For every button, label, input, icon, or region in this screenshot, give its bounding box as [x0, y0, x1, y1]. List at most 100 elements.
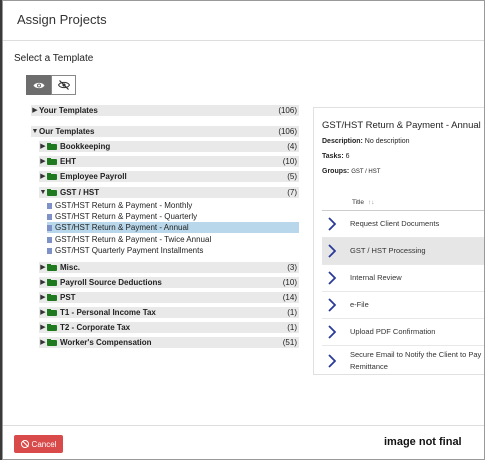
folder-count: (5) — [287, 172, 297, 181]
tree-folder-pst[interactable]: ▶ PST (14) — [39, 292, 299, 303]
template-item-label: GST/HST Return & Payment - Twice Annual — [55, 235, 212, 244]
task-row[interactable]: Internal Review — [322, 265, 484, 292]
chevron-right-icon — [322, 217, 342, 231]
caret-right-icon: ▶ — [40, 339, 46, 346]
folder-count: (10) — [282, 278, 297, 287]
template-item-selected[interactable]: GST/HST Return & Payment - Annual — [47, 222, 299, 233]
template-item[interactable]: GST/HST Return & Payment - Twice Annual — [47, 234, 299, 245]
tree-folder-bookkeeping[interactable]: ▶ Bookkeeping (4) — [39, 141, 299, 152]
ban-icon — [20, 440, 29, 448]
tree-node-your-templates[interactable]: ▶ Your Templates (106) — [31, 105, 299, 116]
tree-folder-t2[interactable]: ▶ T2 - Corporate Tax (1) — [39, 322, 299, 333]
folder-icon — [47, 339, 57, 346]
caret-right-icon: ▶ — [40, 324, 46, 331]
task-label: Internal Review — [350, 273, 402, 282]
caret-right-icon: ▶ — [40, 143, 46, 150]
node-label: Your Templates — [39, 106, 98, 115]
folder-label: T2 - Corporate Tax — [60, 323, 131, 332]
folder-icon — [47, 143, 57, 150]
document-icon — [47, 247, 52, 254]
folder-label: Payroll Source Deductions — [60, 278, 162, 287]
folder-label: Worker's Compensation — [60, 338, 152, 347]
node-count: (106) — [278, 127, 297, 136]
description-value: No description — [364, 138, 410, 145]
caret-right-icon: ▶ — [40, 173, 46, 180]
document-icon — [47, 236, 52, 243]
tree-node-our-templates[interactable]: ▼ Our Templates (106) — [31, 126, 299, 137]
description-label: Description: — [322, 138, 363, 145]
folder-count: (3) — [287, 263, 297, 272]
column-title-label: Title — [352, 199, 365, 206]
footer-divider — [3, 425, 484, 426]
chevron-right-icon — [322, 325, 342, 339]
template-item-label: GST/HST Return & Payment - Monthly — [55, 201, 193, 210]
folder-label: PST — [60, 293, 76, 302]
cancel-label: Cancel — [31, 439, 57, 449]
folder-label: Bookkeeping — [60, 142, 111, 151]
folder-open-icon — [47, 189, 57, 196]
tree-folder-eht[interactable]: ▶ EHT (10) — [39, 156, 299, 167]
detail-title: GST/HST Return & Payment - Annual — [322, 120, 481, 131]
task-row[interactable]: GST / HST Processing — [322, 238, 484, 265]
tree-folder-misc[interactable]: ▶ Misc. (3) — [39, 262, 299, 273]
folder-icon — [47, 324, 57, 331]
task-label: GST / HST Processing — [350, 246, 426, 255]
folder-label: T1 - Personal Income Tax — [60, 308, 156, 317]
chevron-right-icon — [322, 244, 342, 258]
caret-right-icon: ▶ — [40, 294, 46, 301]
assign-projects-dialog: Assign Projects Select a Template ▶ Your… — [2, 0, 485, 460]
template-item[interactable]: GST/HST Return & Payment - Quarterly — [47, 211, 299, 222]
folder-count: (51) — [282, 338, 297, 347]
caret-right-icon: ▶ — [40, 279, 46, 286]
task-row[interactable]: Upload PDF Confirmation — [322, 319, 484, 346]
show-button[interactable] — [26, 75, 51, 95]
dialog-title: Assign Projects — [3, 1, 484, 41]
document-icon — [47, 202, 52, 209]
tasks-value: 6 — [345, 153, 350, 160]
task-label: Upload PDF Confirmation — [350, 327, 436, 336]
chevron-right-icon — [322, 298, 342, 312]
tree-folder-payroll-source-deductions[interactable]: ▶ Payroll Source Deductions (10) — [39, 277, 299, 288]
folder-count: (14) — [282, 293, 297, 302]
template-item[interactable]: GST/HST Quarterly Payment Installments — [47, 245, 299, 256]
document-icon — [47, 213, 52, 220]
tree-folder-employee-payroll[interactable]: ▶ Employee Payroll (5) — [39, 171, 299, 182]
folder-icon — [47, 158, 57, 165]
task-label: Request Client Documents — [350, 219, 440, 228]
task-row[interactable]: Secure Email to Notify the Client to Pay… — [322, 346, 484, 376]
folder-icon — [47, 309, 57, 316]
folder-label: Misc. — [60, 263, 81, 272]
groups-label: Groups: — [322, 168, 350, 175]
tree-folder-gst-hst[interactable]: ▼ GST / HST (7) — [39, 187, 299, 198]
eye-slash-icon — [57, 80, 70, 90]
eye-icon — [33, 82, 44, 88]
caret-down-icon: ▼ — [31, 128, 39, 135]
detail-tasks: Tasks: 6 — [322, 153, 350, 160]
hide-button[interactable] — [51, 75, 76, 95]
chevron-right-icon — [322, 354, 342, 368]
template-detail-panel: GST/HST Return & Payment - Annual Descri… — [313, 107, 484, 376]
task-label: e-File — [350, 300, 369, 309]
footer-note: image not final — [384, 436, 462, 448]
folder-count: (1) — [287, 323, 297, 332]
node-count: (106) — [278, 106, 297, 115]
task-row[interactable]: e-File — [322, 292, 484, 319]
template-item-label: GST/HST Quarterly Payment Installments — [55, 246, 204, 255]
cancel-button[interactable]: Cancel — [14, 435, 63, 453]
folder-count: (7) — [287, 188, 297, 197]
task-label-line2: Remittance — [350, 362, 388, 371]
task-row[interactable]: Request Client Documents — [322, 211, 484, 238]
template-item-label: GST/HST Return & Payment - Annual — [55, 223, 189, 232]
tree-folder-t1[interactable]: ▶ T1 - Personal Income Tax (1) — [39, 307, 299, 318]
template-item[interactable]: GST/HST Return & Payment - Monthly — [47, 200, 299, 211]
task-label-line1: Secure Email to Notify the Client to Pay — [350, 350, 482, 359]
folder-icon — [47, 173, 57, 180]
sort-icon: ↑↓ — [368, 199, 375, 206]
tree-folder-workers-compensation[interactable]: ▶ Worker's Compensation (51) — [39, 337, 299, 348]
tasks-label: Tasks: — [322, 153, 344, 160]
select-template-label: Select a Template — [14, 53, 94, 64]
template-item-label: GST/HST Return & Payment - Quarterly — [55, 212, 198, 221]
column-header-title[interactable]: Title ↑↓ — [352, 199, 375, 206]
node-label: Our Templates — [39, 127, 95, 136]
folder-count: (1) — [287, 308, 297, 317]
